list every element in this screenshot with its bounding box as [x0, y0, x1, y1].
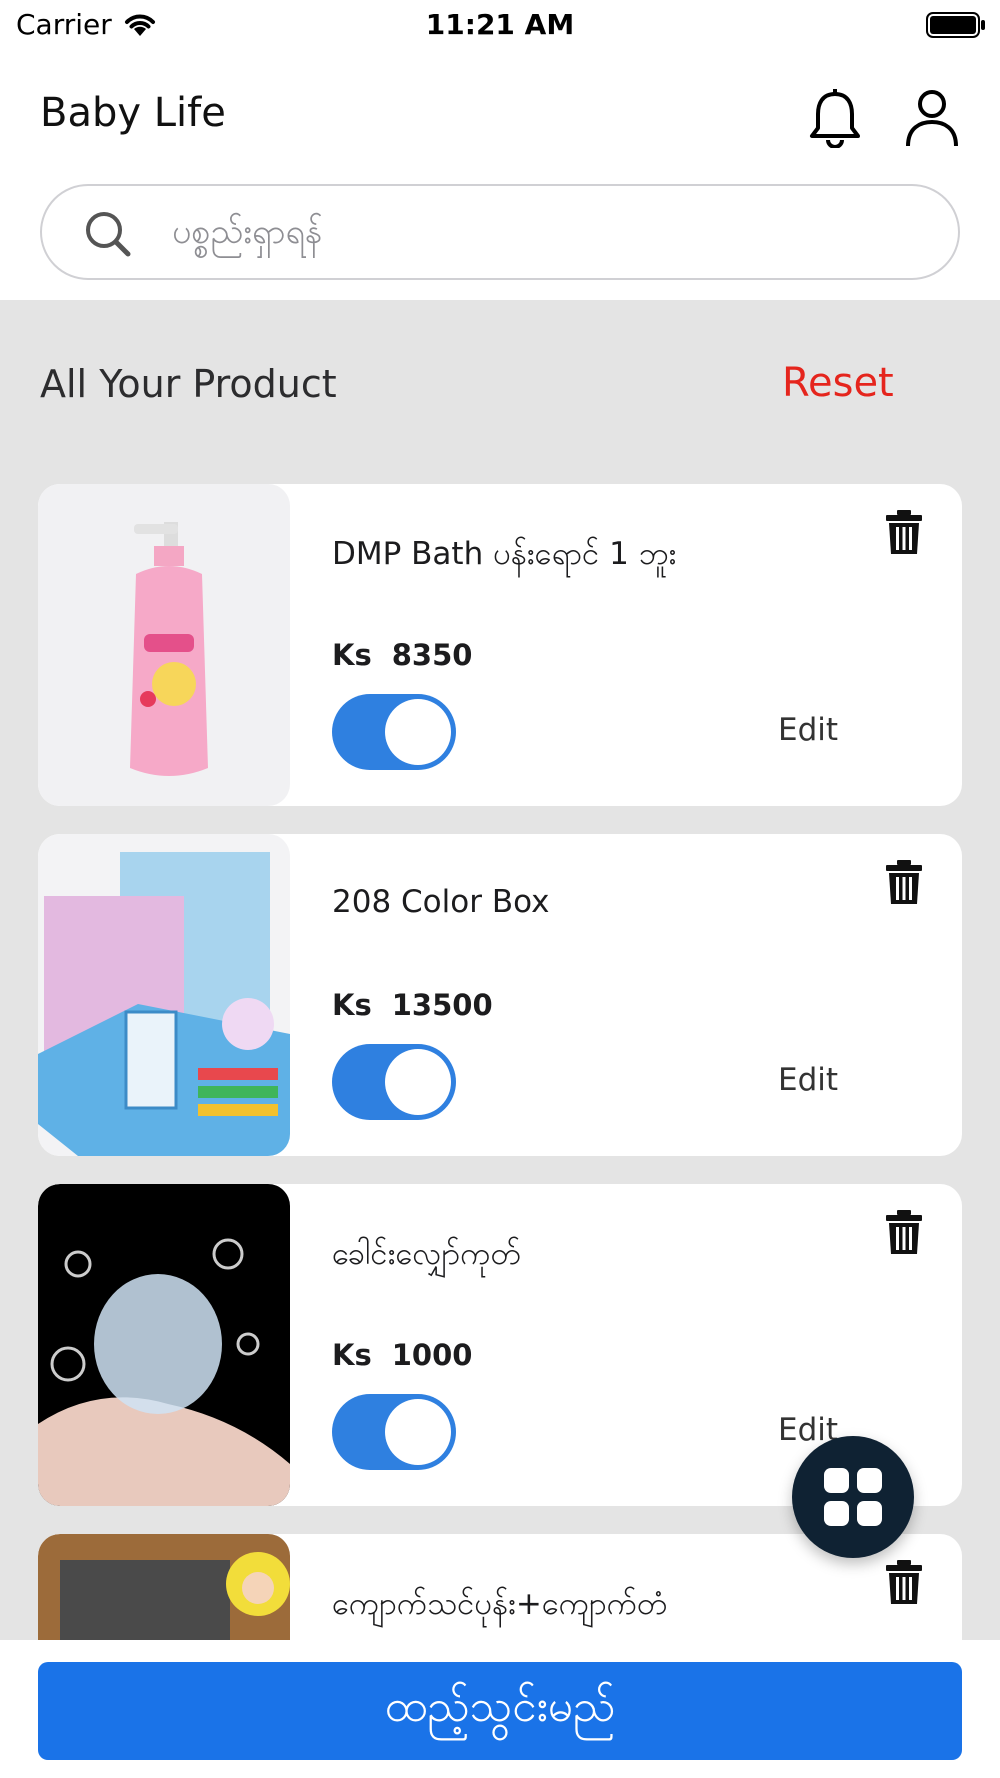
price-value: 13500	[391, 988, 493, 1022]
price-currency: Ks	[332, 1338, 372, 1372]
product-price: Ks 13500	[332, 988, 493, 1022]
bell-icon[interactable]	[806, 88, 864, 148]
price-value: 8350	[391, 638, 473, 672]
search-input[interactable]	[172, 202, 912, 262]
reset-button[interactable]: Reset	[782, 360, 894, 406]
product-image	[38, 1184, 290, 1506]
bottom-action-bar: ထည့်သွင်းမည်	[0, 1642, 1000, 1778]
product-image	[38, 834, 290, 1156]
status-bar: Carrier 11:21 AM	[0, 0, 1000, 52]
search-bar[interactable]	[40, 184, 960, 280]
trash-icon[interactable]	[884, 1560, 924, 1604]
user-icon[interactable]	[904, 88, 960, 148]
product-name: ခေါင်းလျှော်ကုတ်	[332, 1236, 521, 1272]
status-time: 11:21 AM	[425, 8, 575, 41]
product-card: 208 Color Box Ks 13500 Edit	[38, 834, 962, 1156]
price-currency: Ks	[332, 988, 372, 1022]
toggle-knob	[385, 1399, 451, 1465]
trash-icon[interactable]	[884, 860, 924, 904]
app-header: Baby Life	[0, 52, 1000, 302]
edit-button[interactable]: Edit	[778, 712, 838, 748]
trash-icon[interactable]	[884, 510, 924, 554]
grid-icon	[824, 1468, 882, 1526]
product-name: 208 Color Box	[332, 884, 550, 920]
product-price: Ks 1000	[332, 1338, 472, 1372]
product-price: Ks 8350	[332, 638, 472, 672]
add-product-button[interactable]: ထည့်သွင်းမည်	[38, 1662, 962, 1760]
section-title: All Your Product	[40, 362, 337, 406]
price-currency: Ks	[332, 638, 372, 672]
price-value: 1000	[391, 1338, 473, 1372]
edit-button[interactable]: Edit	[778, 1062, 838, 1098]
product-name: ကျောက်သင်ပုန်း+ကျောက်တံ	[332, 1586, 668, 1622]
menu-fab-button[interactable]	[792, 1436, 914, 1558]
product-image	[38, 484, 290, 806]
toggle-knob	[385, 1049, 451, 1115]
product-card: DMP Bath ပန်းရောင် 1 ဘူး Ks 8350 Edit	[38, 484, 962, 806]
product-name: DMP Bath ပန်းရောင် 1 ဘူး	[332, 536, 677, 572]
product-image	[38, 1534, 290, 1640]
availability-toggle[interactable]	[332, 1044, 456, 1120]
battery-icon	[926, 12, 985, 38]
toggle-knob	[385, 699, 451, 765]
app-title: Baby Life	[40, 90, 226, 136]
availability-toggle[interactable]	[332, 1394, 456, 1470]
availability-toggle[interactable]	[332, 694, 456, 770]
trash-icon[interactable]	[884, 1210, 924, 1254]
search-icon	[86, 212, 131, 257]
